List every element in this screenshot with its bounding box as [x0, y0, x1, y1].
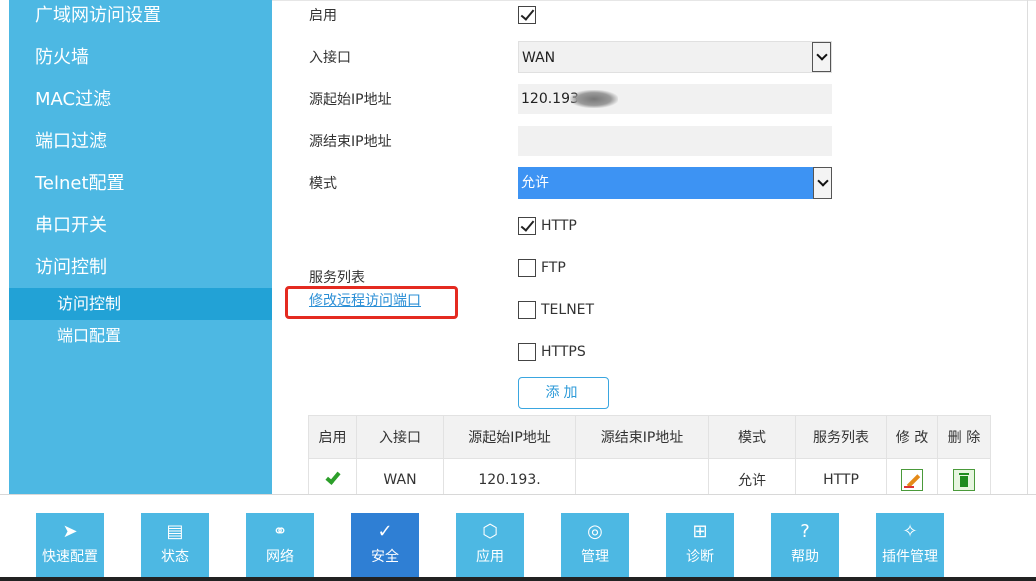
- nav-label: 安全: [371, 549, 399, 565]
- nav-label: 插件管理: [882, 549, 938, 565]
- nav-diagnostics[interactable]: ⊞ 诊断: [666, 513, 734, 577]
- service-http-label: HTTP: [541, 218, 577, 234]
- settings-icon: ◎: [587, 521, 603, 542]
- interface-select[interactable]: WAN: [518, 41, 832, 73]
- interface-label: 入接口: [309, 50, 351, 66]
- sidebar-item-serial[interactable]: 串口开关: [35, 214, 107, 238]
- nav-help[interactable]: ? 帮助: [771, 513, 839, 577]
- add-button[interactable]: 添加: [518, 377, 609, 409]
- sidebar-item-mac-filter[interactable]: MAC过滤: [35, 88, 111, 112]
- service-ftp-checkbox[interactable]: [518, 259, 536, 277]
- nav-label: 管理: [581, 549, 609, 565]
- sidebar-item-telnet[interactable]: Telnet配置: [35, 172, 125, 196]
- nav-label: 状态: [161, 549, 189, 565]
- bottom-nav: ➤ 快速配置 ▤ 状态 ⚭ 网络 ✓ 安全 ⬡ 应用 ◎ 管理 ⊞ 诊断 ? 帮…: [0, 494, 1036, 581]
- top-border: [272, 0, 1036, 1]
- service-https-checkbox[interactable]: [518, 343, 536, 361]
- col-delete: 删 除: [937, 415, 991, 459]
- service-telnet-checkbox[interactable]: [518, 301, 536, 319]
- sidebar-subitem-port-config[interactable]: 端口配置: [9, 320, 272, 352]
- service-https-label: HTTPS: [541, 344, 586, 360]
- mode-select[interactable]: 允许: [518, 167, 832, 199]
- service-ftp-label: FTP: [541, 260, 566, 276]
- highlight-box: [285, 286, 458, 319]
- clipboard-icon: ▤: [166, 521, 184, 542]
- service-telnet-label: TELNET: [541, 302, 595, 318]
- interface-select-value: WAN: [522, 50, 556, 66]
- col-enable: 启用: [308, 415, 357, 459]
- sidebar-item-port-filter[interactable]: 端口过滤: [35, 130, 107, 154]
- nav-apps[interactable]: ⬡ 应用: [456, 513, 524, 577]
- nav-label: 网络: [266, 549, 294, 565]
- enable-label: 启用: [309, 8, 337, 24]
- nav-label: 应用: [476, 549, 504, 565]
- nav-quick-setup[interactable]: ➤ 快速配置: [36, 513, 104, 577]
- sidebar-subitem-access-control[interactable]: 访问控制: [9, 288, 272, 320]
- chevron-down-icon[interactable]: [813, 167, 832, 199]
- nav-label: 快速配置: [42, 549, 98, 565]
- nav-network[interactable]: ⚭ 网络: [246, 513, 314, 577]
- enable-checkbox[interactable]: [518, 6, 536, 24]
- sidebar-item-wan-access[interactable]: 广域网访问设置: [35, 4, 161, 28]
- col-services: 服务列表: [795, 415, 887, 459]
- nav-security[interactable]: ✓ 安全: [351, 513, 419, 577]
- globe-icon: ⚭: [272, 521, 288, 542]
- src-end-ip-label: 源结束IP地址: [309, 134, 392, 150]
- src-start-ip-input[interactable]: 120.193.: [518, 84, 832, 114]
- mode-label: 模式: [309, 176, 337, 192]
- box-icon: ⬡: [482, 521, 498, 542]
- sidebar-item-firewall[interactable]: 防火墙: [35, 46, 89, 70]
- col-mode: 模式: [708, 415, 796, 459]
- send-icon: ➤: [62, 521, 78, 542]
- services-label: 服务列表: [309, 270, 365, 286]
- shield-icon: ✓: [377, 521, 393, 542]
- bottom-edge: [0, 577, 1036, 581]
- col-src-end: 源结束IP地址: [575, 415, 709, 459]
- src-end-ip-input[interactable]: [518, 126, 832, 156]
- sidebar-item-access-control[interactable]: 访问控制: [35, 256, 107, 280]
- sidebar: 广域网访问设置 防火墙 MAC过滤 端口过滤 Telnet配置 串口开关 访问控…: [9, 0, 272, 494]
- help-icon: ?: [800, 521, 810, 542]
- content-right-border: [1027, 0, 1028, 494]
- check-icon: [324, 468, 341, 485]
- nav-label: 诊断: [686, 549, 714, 565]
- nav-status[interactable]: ▤ 状态: [141, 513, 209, 577]
- nav-plugins[interactable]: ✧ 插件管理: [876, 513, 944, 577]
- chevron-down-icon[interactable]: [812, 42, 831, 72]
- medkit-icon: ⊞: [692, 521, 708, 542]
- redaction-blur: [570, 90, 618, 108]
- nav-management[interactable]: ◎ 管理: [561, 513, 629, 577]
- rules-table: 启用 入接口 源起始IP地址 源结束IP地址 模式 服务列表 修 改 删 除 W…: [308, 415, 991, 501]
- service-http-checkbox[interactable]: [518, 217, 536, 235]
- edit-icon[interactable]: [901, 468, 923, 491]
- mode-select-value: 允许: [521, 175, 549, 191]
- nav-label: 帮助: [791, 549, 819, 565]
- src-start-ip-label: 源起始IP地址: [309, 92, 392, 108]
- table-header-row: 启用 入接口 源起始IP地址 源结束IP地址 模式 服务列表 修 改 删 除: [308, 415, 991, 459]
- col-src-start: 源起始IP地址: [443, 415, 576, 459]
- col-edit: 修 改: [886, 415, 938, 459]
- trash-icon[interactable]: [953, 468, 975, 491]
- plugin-icon: ✧: [902, 521, 918, 542]
- col-interface: 入接口: [356, 415, 444, 459]
